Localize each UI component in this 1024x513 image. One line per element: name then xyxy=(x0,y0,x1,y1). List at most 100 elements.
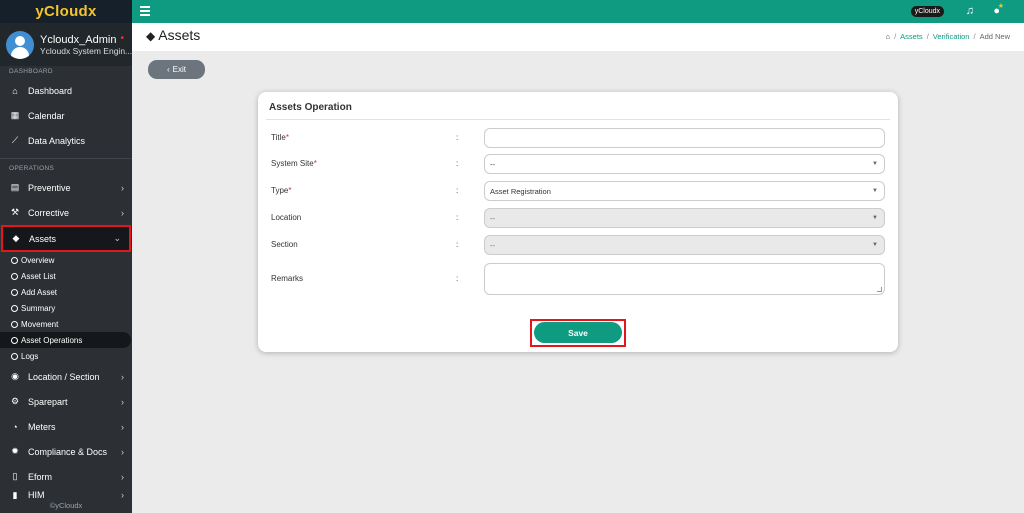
form-icon: ▯ xyxy=(12,471,18,481)
sidebar-subitem-label: Overview xyxy=(21,255,55,265)
circle-icon xyxy=(11,272,18,280)
circle-icon xyxy=(11,256,18,264)
user-menu-icon[interactable]: ● ★ xyxy=(993,3,1004,17)
assets-operation-card: Assets Operation Title* : System Site* :… xyxy=(258,92,898,352)
profile-name: Ycloudx_Admin xyxy=(40,33,117,46)
sidebar-item-label: Calendar xyxy=(28,110,65,121)
status-dot-icon: • xyxy=(120,32,124,44)
breadcrumb-assets[interactable]: Assets xyxy=(900,32,923,41)
sidebar: yCloudx Ycloudx_Admin • Ycloudx System En… xyxy=(0,0,132,513)
field-colon: : xyxy=(456,240,459,249)
page-title: ◆ Assets xyxy=(146,27,200,43)
breadcrumb-add-new: Add New xyxy=(979,32,1010,41)
sidebar-divider xyxy=(0,158,132,159)
sidebar-item-preventive[interactable]: ▤ Preventive › xyxy=(0,175,132,200)
sidebar-item-assets[interactable]: ◆ Assets ⌄ xyxy=(1,225,131,252)
chevron-right-icon: › xyxy=(121,182,124,193)
sidebar-subitem-summary[interactable]: Summary xyxy=(0,300,132,316)
tag-icon: ◆ xyxy=(12,233,20,243)
tag-icon: ◆ xyxy=(146,29,156,43)
field-label: System Site* xyxy=(271,159,317,168)
bell-icon[interactable]: ♫ xyxy=(966,5,974,17)
sidebar-item-eform[interactable]: ▯ Eform › xyxy=(0,464,132,489)
system-site-select[interactable]: -- ▼ xyxy=(484,154,885,174)
sidebar-item-label: Eform xyxy=(28,471,53,482)
sidebar-item-label: Meters xyxy=(28,421,56,432)
remarks-textarea[interactable] xyxy=(484,263,885,295)
card-divider xyxy=(266,119,890,120)
sidebar-footer: ©yCloudx xyxy=(0,499,132,513)
field-colon: : xyxy=(456,213,459,222)
field-label: Title* xyxy=(271,133,289,142)
resize-handle-icon[interactable] xyxy=(877,287,882,292)
sidebar-item-sparepart[interactable]: ⚙ Sparepart › xyxy=(0,389,132,414)
sidebar-subitem-label: Summary xyxy=(21,303,56,313)
brand-logo[interactable]: yCloudx xyxy=(0,0,132,23)
type-select[interactable]: Asset Registration ▼ xyxy=(484,181,885,201)
caret-down-icon: ▼ xyxy=(872,188,878,194)
circle-icon xyxy=(11,288,18,296)
top-bar: yCloudx ♫ ● ★ xyxy=(132,0,1024,23)
field-colon: : xyxy=(456,274,459,283)
sidebar-subitem-logs[interactable]: Logs xyxy=(0,348,132,364)
sidebar-item-dashboard[interactable]: ⌂ Dashboard xyxy=(0,78,132,103)
sidebar-item-location-section[interactable]: ◉ Location / Section › xyxy=(0,364,132,389)
profile-role: Ycloudx System Engin... xyxy=(40,45,132,56)
sidebar-subitem-add-asset[interactable]: Add Asset xyxy=(0,284,132,300)
section-select: -- ▼ xyxy=(484,235,885,255)
chevron-left-icon: ‹ xyxy=(166,65,170,74)
circle-icon xyxy=(11,304,18,312)
title-input[interactable] xyxy=(484,128,885,148)
calendar-icon: ▦ xyxy=(10,110,20,120)
star-icon: ★ xyxy=(997,3,1004,10)
sidebar-item-label: Preventive xyxy=(28,182,71,193)
chevron-right-icon: › xyxy=(121,471,124,482)
sidebar-item-label: Location / Section xyxy=(28,371,100,382)
circle-icon xyxy=(11,352,18,360)
chevron-down-icon: ⌄ xyxy=(113,233,121,243)
page-header: ◆ Assets ⌂ / Assets / Verification / Add New xyxy=(132,23,1024,51)
calendar-grid-icon: ▤ xyxy=(10,182,20,192)
chevron-right-icon: › xyxy=(121,396,124,407)
sidebar-subitem-label: Asset List xyxy=(21,271,56,281)
chevron-right-icon: › xyxy=(121,371,124,382)
sidebar-item-label: Compliance & Docs xyxy=(28,446,108,457)
avatar-icon xyxy=(6,30,34,59)
sidebar-subitem-movement[interactable]: Movement xyxy=(0,316,132,332)
meter-icon: ◔ xyxy=(12,421,18,432)
sidebar-item-label: Assets xyxy=(29,233,57,244)
sidebar-subitem-overview[interactable]: Overview xyxy=(0,252,132,268)
section-label-dashboard: DASHBOARD xyxy=(9,68,53,75)
exit-button[interactable]: ‹ Exit xyxy=(148,60,205,79)
line-chart-icon: ⟋ xyxy=(11,135,19,145)
chevron-right-icon: › xyxy=(121,207,124,218)
chevron-right-icon: › xyxy=(121,446,124,457)
sidebar-item-label: Dashboard xyxy=(28,85,73,96)
sidebar-subitem-asset-operations[interactable]: Asset Operations xyxy=(0,332,131,348)
home-icon[interactable]: ⌂ xyxy=(886,32,891,41)
sidebar-subitem-label: Asset Operations xyxy=(21,335,83,345)
sidebar-item-meters[interactable]: ◔ Meters › xyxy=(0,414,132,439)
user-profile[interactable]: Ycloudx_Admin • Ycloudx System Engin... xyxy=(0,23,132,66)
field-colon: : xyxy=(456,159,459,168)
breadcrumb-verification[interactable]: Verification xyxy=(933,32,970,41)
breadcrumb: ⌂ / Assets / Verification / Add New xyxy=(885,32,1010,41)
circle-icon xyxy=(11,336,18,344)
page-title-text: Assets xyxy=(158,27,201,43)
sidebar-item-label: Data Analytics xyxy=(28,135,86,146)
globe-icon: ◉ xyxy=(11,371,19,381)
sidebar-subitem-asset-list[interactable]: Asset List xyxy=(0,268,132,284)
field-colon: : xyxy=(456,133,459,142)
sidebar-item-label: Sparepart xyxy=(28,396,68,407)
save-button[interactable]: Save xyxy=(534,322,622,343)
card-title: Assets Operation xyxy=(269,102,352,113)
sidebar-item-corrective[interactable]: ⚒ Corrective › xyxy=(0,200,132,225)
hamburger-menu-icon[interactable] xyxy=(140,6,150,16)
sidebar-item-compliance-docs[interactable]: ✹ Compliance & Docs › xyxy=(0,439,132,464)
gear-icon: ✹ xyxy=(11,446,19,456)
wrench-icon: ⚒ xyxy=(10,207,20,217)
sidebar-item-calendar[interactable]: ▦ Calendar xyxy=(0,103,132,128)
caret-down-icon: ▼ xyxy=(872,215,878,221)
sidebar-item-data-analytics[interactable]: ⟋ Data Analytics xyxy=(0,128,132,153)
tenant-badge[interactable]: yCloudx xyxy=(910,6,944,17)
